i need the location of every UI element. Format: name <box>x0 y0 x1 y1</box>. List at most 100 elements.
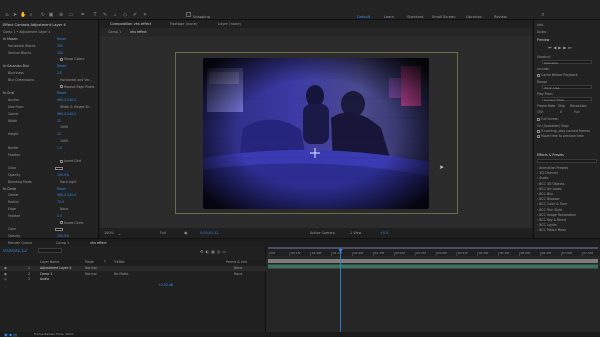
effect-row[interactable]: fx Gaussian Blur Reset <box>2 64 97 69</box>
effect-row-value[interactable]: Reset <box>57 91 66 96</box>
snapping-checkbox[interactable] <box>186 12 191 17</box>
workspace-default[interactable]: Default <box>357 15 370 19</box>
effect-row-option[interactable]: Horizontal and Ver... <box>60 78 92 83</box>
selection-tool-icon[interactable]: ➤ <box>12 12 18 18</box>
effect-row-checkbox[interactable]: Repeat Edge Pixels <box>60 85 94 90</box>
effect-row-value[interactable]: 0.0 <box>57 214 62 219</box>
layer-mode[interactable]: Normal <box>85 272 97 277</box>
fit-icon[interactable]: ⌄ <box>118 231 121 236</box>
effect-row[interactable]: Height 12 <box>2 132 97 137</box>
hand-tool-icon[interactable]: ✋ <box>20 12 26 18</box>
search-help-icon[interactable]: ⌕ <box>540 12 546 18</box>
effect-row-value[interactable]: 100.0% <box>57 173 69 178</box>
video-frame[interactable] <box>203 58 429 209</box>
effect-row[interactable]: 1000 <box>2 139 97 144</box>
effect-row-value[interactable]: 1.0 <box>57 146 62 151</box>
puppet-tool-icon[interactable]: ✶ <box>142 12 148 18</box>
effect-row[interactable]: Blur Dimensions Horizontal and Ver... <box>2 78 97 83</box>
pan-behind-tool-icon[interactable]: ⊕ <box>58 12 64 18</box>
effect-row[interactable]: Color <box>2 227 97 232</box>
effect-row-option[interactable]: Hard Light <box>60 180 77 185</box>
layer-trkmat[interactable]: No Matte <box>114 272 129 277</box>
move-time-option[interactable]: Move time to preview time <box>537 134 584 138</box>
layer-parent[interactable]: None <box>234 266 242 271</box>
effect-row[interactable]: Center 960.0,540.0 <box>2 193 97 198</box>
effect-row[interactable]: Size From Width & Height Sli... <box>2 105 97 110</box>
effect-row-value[interactable]: 100 <box>57 51 63 56</box>
skip-value[interactable]: 0 <box>560 110 562 114</box>
effect-row[interactable]: Invert Grid <box>2 159 97 164</box>
effects-category[interactable]: › BCC Key & Blend <box>537 218 566 222</box>
layer-name[interactable]: Adjustment Layer 4 <box>40 266 71 271</box>
timeline-timecode[interactable]: 0;00;01;12 <box>3 249 27 254</box>
effect-row-value[interactable]: 75.0 <box>57 200 64 205</box>
effects-category[interactable]: › Audio <box>537 176 548 180</box>
color-swatch[interactable] <box>55 167 63 171</box>
effects-category[interactable]: › BCC Film Style <box>537 208 562 212</box>
effects-category[interactable]: › BCC 3D Objects <box>537 182 564 186</box>
clone-stamp-tool-icon[interactable]: ⊥ <box>112 12 118 18</box>
layer-mode[interactable]: Normal <box>85 266 97 271</box>
eye-icon[interactable]: ◉ <box>4 266 7 271</box>
effect-row-value[interactable]: 960.0,540.0 <box>57 98 76 103</box>
effect-row[interactable]: Horizontal Blocks 100 <box>2 44 97 49</box>
column-parent[interactable]: Parent & Link <box>226 260 247 265</box>
workspace-small-screen[interactable]: Small Screen <box>432 15 455 19</box>
effect-row[interactable]: Color <box>2 166 97 171</box>
layer-parent[interactable]: None <box>234 272 242 277</box>
shortcut-select[interactable]: Spacebar <box>542 60 592 65</box>
eraser-tool-icon[interactable]: ◇ <box>122 12 128 18</box>
roto-brush-tool-icon[interactable]: ✐ <box>132 12 138 18</box>
effect-row-value[interactable]: Reset <box>57 64 66 69</box>
viewer-timecode[interactable]: 0;00;01;12 <box>200 231 219 235</box>
eye-icon[interactable]: ◉ <box>4 272 7 277</box>
info-panel-tab[interactable]: Info <box>537 23 543 27</box>
workspace-learn[interactable]: Learn <box>384 15 394 19</box>
checkbox[interactable] <box>537 129 540 133</box>
effect-row[interactable]: Corner 960.0,540.0 <box>2 112 97 117</box>
composition-tab[interactable]: Composition vhs effect <box>110 22 151 26</box>
layer-row[interactable]: ◉ 1 Adjustment Layer 4 Normal None <box>0 266 266 271</box>
effect-row[interactable]: Edge None <box>2 207 97 212</box>
layer-name[interactable]: Audio <box>40 277 49 282</box>
status-icons[interactable]: ▣ ◆ ▤ <box>4 332 17 337</box>
quality-select[interactable]: Full <box>160 231 166 235</box>
views-select[interactable]: 1 View <box>350 231 361 235</box>
effects-search-input[interactable] <box>537 159 597 163</box>
effect-row-value[interactable]: Reset <box>57 187 66 192</box>
effects-presets-tab[interactable]: Effects & Presets <box>537 153 564 157</box>
home-icon[interactable]: ⌂ <box>4 12 10 18</box>
effect-row[interactable]: Vertical Blocks 100 <box>2 51 97 56</box>
if-caching-option[interactable]: If caching, play cached frames <box>537 129 590 133</box>
effect-row-value[interactable]: 12 <box>57 132 61 137</box>
checkbox[interactable] <box>60 57 63 61</box>
effects-category[interactable]: › 3D Channel <box>537 171 558 175</box>
effect-row-checkbox[interactable]: Invert Grid <box>60 159 81 164</box>
checkbox[interactable] <box>537 73 540 77</box>
subtab-comp1[interactable]: Comp 1 <box>108 30 121 34</box>
checkbox[interactable] <box>537 134 540 138</box>
effect-row[interactable]: Feather 0.0 <box>2 214 97 219</box>
effect-row-value[interactable]: Reset <box>57 37 66 42</box>
effect-row-value[interactable]: 960.0,540.0 <box>57 193 76 198</box>
effects-category[interactable]: › BCC Match Move <box>537 228 566 232</box>
effect-row[interactable]: Feather <box>2 153 97 158</box>
effect-row-option[interactable]: 1000 <box>60 125 68 130</box>
type-tool-icon[interactable]: T <box>92 12 98 18</box>
effects-category[interactable]: › BCC Image Restoration <box>537 213 576 217</box>
effect-controls-tab[interactable]: Effect Controls Adjustment Layer 4 <box>3 23 66 27</box>
subtab-vhs-effect[interactable]: vhs effect <box>130 30 147 34</box>
brush-tool-icon[interactable]: ✎ <box>102 12 108 18</box>
effect-row-value[interactable]: 12 <box>57 119 61 124</box>
effects-category[interactable]: › BCC Lights <box>537 223 557 227</box>
zoom-tool-icon[interactable]: ⌕ <box>28 12 34 18</box>
layer-name[interactable]: Comp 1 <box>40 272 52 277</box>
render-queue-tab[interactable]: Render Queue <box>8 241 32 245</box>
checkbox[interactable] <box>60 159 63 163</box>
effect-row[interactable]: Repeat Edge Pixels <box>2 85 97 90</box>
full-screen-option[interactable]: Full Screen <box>537 117 558 121</box>
layer-search-input[interactable] <box>38 248 62 253</box>
effect-row[interactable]: Blending Mode Hard Light <box>2 180 97 185</box>
eye-icon[interactable]: ◎ <box>4 277 7 282</box>
effect-row[interactable]: fx Grid Reset <box>2 91 97 96</box>
